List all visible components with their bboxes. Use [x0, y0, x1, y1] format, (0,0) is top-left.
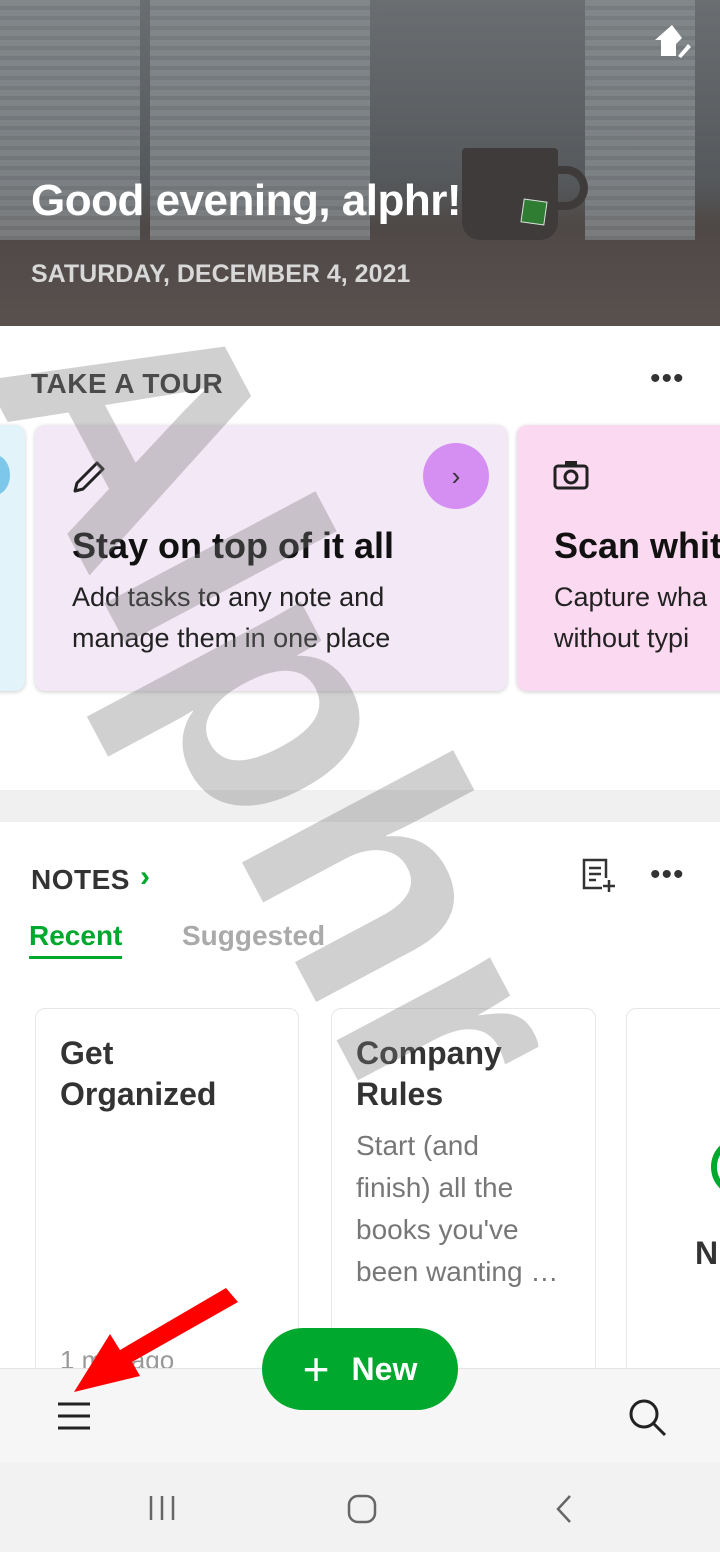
note-title: Company Rules: [356, 1035, 502, 1112]
notes-more-icon[interactable]: •••: [650, 860, 685, 890]
chevron-right-icon[interactable]: ›: [140, 860, 150, 894]
header-banner: Good evening, alphr! SATURDAY, DECEMBER …: [0, 0, 720, 326]
tour-card-scan[interactable]: Scan whit Capture wha without typi: [517, 425, 720, 691]
red-arrow-annotation: [74, 1288, 238, 1392]
tour-card-partial[interactable]: [0, 425, 25, 691]
take-a-tour-title: TAKE A TOUR: [31, 368, 224, 399]
new-note-icon[interactable]: [580, 858, 616, 894]
home-icon[interactable]: [346, 1493, 378, 1525]
back-icon[interactable]: [554, 1494, 574, 1524]
note-snippet: Start (and finish) all the books you've bee…: [356, 1130, 559, 1287]
date: SATURDAY, DECEMBER 4, 2021: [31, 260, 411, 288]
note-title: Get Organized: [60, 1035, 217, 1112]
tea-tag-image: [520, 198, 548, 226]
tour-card-desc: Capture wha without typi: [554, 582, 708, 653]
tour-card-title: Scan whit: [554, 525, 720, 566]
tab-suggested[interactable]: Suggested: [182, 920, 325, 952]
new-note-button[interactable]: + New: [262, 1328, 458, 1410]
pencil-icon: [73, 461, 105, 493]
next-arrow-button[interactable]: ›: [423, 443, 489, 509]
greeting: Good evening, alphr!: [31, 176, 462, 225]
mug-image: [462, 148, 558, 240]
tour-card-desc: Add tasks to any note and manage them in …: [72, 582, 391, 653]
search-icon[interactable]: [627, 1397, 667, 1437]
section-divider: [0, 790, 720, 822]
home-edit-icon[interactable]: [652, 22, 692, 62]
tour-card-tasks[interactable]: › Stay on top of it all Add tasks to any…: [35, 425, 507, 691]
notes-title[interactable]: NOTES: [31, 864, 130, 896]
system-nav-bar: [0, 1462, 720, 1552]
hamburger-menu-icon[interactable]: [56, 1401, 92, 1431]
mug-image: [552, 166, 588, 210]
tour-card-title: Stay on top of it all: [72, 525, 394, 566]
camera-icon: [553, 461, 589, 490]
note-title: N: [695, 1235, 719, 1271]
tour-more-icon[interactable]: •••: [650, 364, 685, 394]
tab-recent[interactable]: Recent: [29, 920, 123, 959]
plus-icon: +: [302, 1343, 330, 1395]
note-card[interactable]: N: [626, 1008, 720, 1388]
recent-apps-icon[interactable]: [148, 1494, 176, 1522]
